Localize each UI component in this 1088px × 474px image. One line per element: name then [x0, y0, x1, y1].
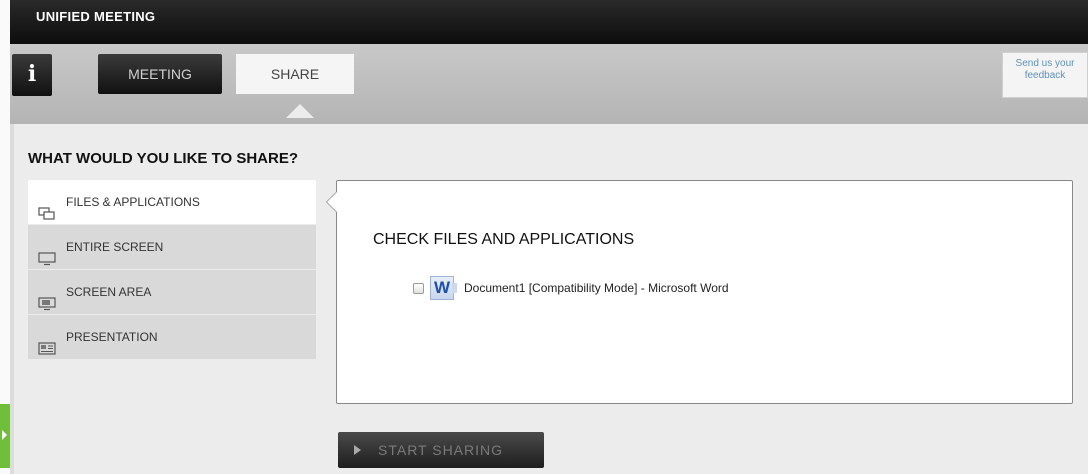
feedback-button[interactable]: Send us your feedback [1002, 52, 1088, 98]
menu-item-label: SCREEN AREA [66, 285, 152, 299]
file-row[interactable]: W Document1 [Compatibility Mode] - Micro… [413, 273, 729, 303]
left-gutter [0, 0, 10, 474]
file-label: Document1 [Compatibility Mode] - Microso… [464, 281, 729, 295]
menu-item-label: FILES & APPLICATIONS [66, 195, 200, 209]
unified-meeting-window: UNIFIED MEETING i MEETING SHARE Send us … [10, 0, 1088, 474]
feedback-line-2: feedback [1024, 70, 1066, 81]
menu-item-presentation[interactable]: PRESENTATION [28, 315, 316, 359]
word-icon: W [430, 276, 457, 300]
tab-share[interactable]: SHARE [236, 54, 354, 94]
title-bar: UNIFIED MEETING [10, 0, 1088, 44]
menu-item-entire-screen[interactable]: ENTIRE SCREEN [28, 225, 316, 269]
menu-item-screen-area[interactable]: SCREEN AREA [28, 270, 316, 314]
active-tab-pointer [286, 104, 314, 118]
start-sharing-button[interactable]: START SHARING [338, 432, 544, 468]
presentation-icon [38, 330, 56, 374]
start-sharing-label: START SHARING [378, 442, 504, 458]
app-title: UNIFIED MEETING [36, 9, 156, 24]
share-heading: WHAT WOULD YOU LIKE TO SHARE? [28, 150, 298, 167]
tab-meeting[interactable]: MEETING [98, 54, 222, 94]
menu-item-label: PRESENTATION [66, 330, 158, 344]
info-icon: i [27, 61, 37, 87]
content-pointer [326, 191, 337, 213]
side-panel-handle[interactable] [0, 404, 10, 468]
share-content-pane: CHECK FILES AND APPLICATIONS W Document1… [326, 180, 1073, 404]
info-button[interactable]: i [12, 54, 52, 96]
tab-meeting-label: MEETING [128, 66, 192, 82]
file-checkbox[interactable] [413, 282, 424, 294]
tab-share-label: SHARE [270, 66, 320, 82]
content-title: CHECK FILES AND APPLICATIONS [373, 231, 635, 248]
play-icon [354, 445, 361, 455]
menu-item-files-applications[interactable]: FILES & APPLICATIONS [28, 180, 316, 224]
feedback-line-1: Send us your [1015, 58, 1075, 69]
share-menu: FILES & APPLICATIONS ENTIRE SCREEN SCREE… [28, 180, 316, 360]
share-panel: WHAT WOULD YOU LIKE TO SHARE? FILES & AP… [14, 124, 1088, 474]
menu-item-label: ENTIRE SCREEN [66, 240, 164, 254]
toolbar: i MEETING SHARE Send us your feedback [10, 44, 1088, 124]
